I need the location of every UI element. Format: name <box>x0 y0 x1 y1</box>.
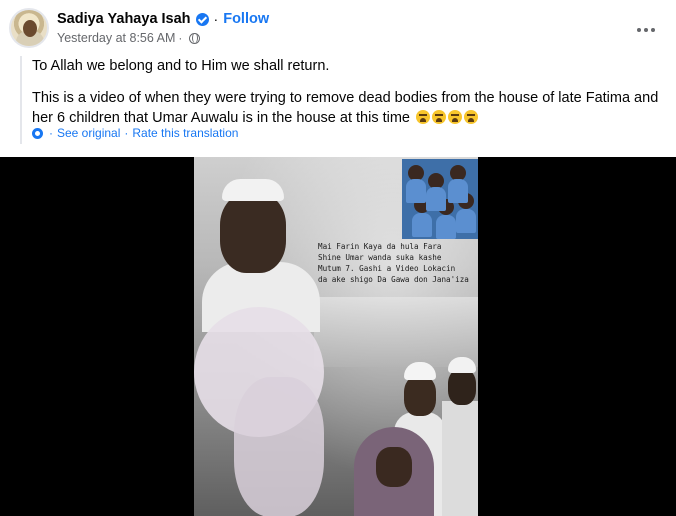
body <box>442 401 478 516</box>
verified-badge-icon <box>195 12 209 26</box>
head <box>448 369 476 405</box>
author-row: Sadiya Yahaya Isah · Follow <box>57 9 269 29</box>
head <box>404 376 436 416</box>
cap <box>448 357 476 373</box>
video-blurred-cloth <box>234 377 324 516</box>
video-man-far-right <box>442 357 478 516</box>
child-body <box>436 215 456 239</box>
meta-separator: · <box>178 31 183 45</box>
children-photo-inset <box>402 159 478 239</box>
video-caption-text: Mai Farin Kaya da hula Fara Shine Umar w… <box>318 242 469 284</box>
post-timestamp[interactable]: Yesterday at 8:56 AM <box>57 31 175 45</box>
child-body <box>448 179 468 203</box>
avatar-face <box>23 20 37 37</box>
crying-face-icon <box>432 110 447 124</box>
globe-icon[interactable] <box>189 32 201 44</box>
post-paragraph-2: This is a video of when they were trying… <box>32 88 662 128</box>
more-options-button[interactable] <box>630 14 662 46</box>
see-original-link: · <box>49 126 53 140</box>
name-separator: · <box>213 11 219 27</box>
child-body <box>412 213 432 237</box>
see-original-link[interactable]: See original <box>57 126 120 140</box>
child-body <box>426 187 446 211</box>
child-body <box>406 179 426 203</box>
video-player[interactable]: Mai Farin Kaya da hula Fara Shine Umar w… <box>0 157 676 516</box>
more-dot-icon <box>637 28 641 32</box>
post-header: Sadiya Yahaya Isah · Follow Yesterday at… <box>0 0 676 52</box>
gear-icon[interactable] <box>32 127 43 139</box>
more-dot-icon <box>644 28 648 32</box>
video-woman-in-scarf <box>354 427 434 516</box>
face <box>376 447 412 487</box>
post-meta: Yesterday at 8:56 AM · <box>57 30 201 46</box>
translation-quote-bar <box>20 56 22 144</box>
child-body <box>456 209 476 233</box>
follow-button[interactable]: Follow <box>223 11 269 27</box>
rate-translation-link[interactable]: Rate this translation <box>132 126 238 140</box>
video-frame: Mai Farin Kaya da hula Fara Shine Umar w… <box>194 157 478 516</box>
crying-face-icon <box>448 110 463 124</box>
translation-separator: · <box>124 126 129 140</box>
author-avatar[interactable] <box>9 8 49 48</box>
cap <box>404 362 436 380</box>
crying-face-icon <box>464 110 479 124</box>
post-paragraph-2-text: This is a video of when they were trying… <box>32 90 659 126</box>
author-name[interactable]: Sadiya Yahaya Isah <box>57 11 191 27</box>
head <box>220 193 286 273</box>
post-paragraph-1: To Allah we belong and to Him we shall r… <box>32 58 330 74</box>
crying-face-icon <box>416 110 431 124</box>
video-man-in-white-cap <box>202 167 320 332</box>
cap <box>222 179 284 201</box>
more-dot-icon <box>651 28 655 32</box>
translation-row: · See original · Rate this translation <box>32 126 238 140</box>
